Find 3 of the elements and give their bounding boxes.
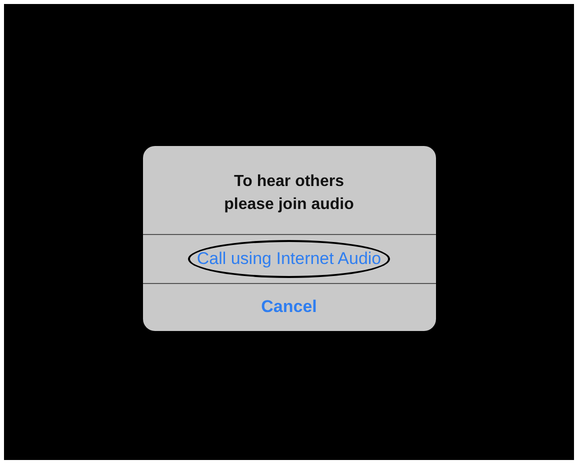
alert-message: To hear others please join audio (223, 172, 355, 215)
alert-action-button[interactable]: Call using Internet Audio (190, 244, 388, 273)
alert-action-button[interactable]: Cancel (255, 293, 323, 322)
